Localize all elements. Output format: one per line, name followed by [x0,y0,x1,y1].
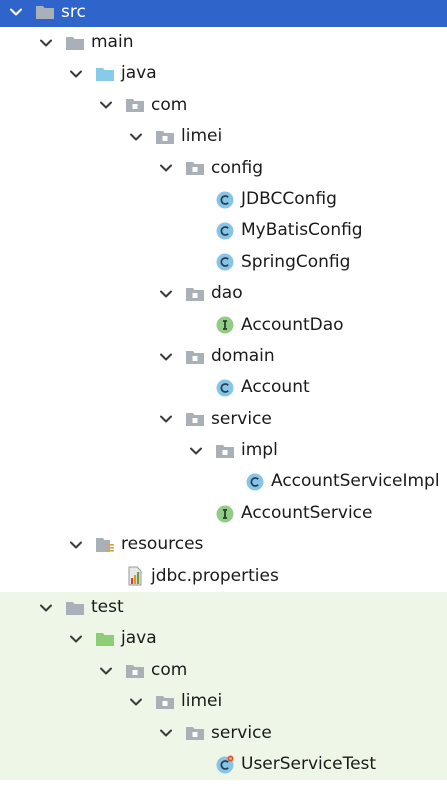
test-source-folder-icon [94,623,116,654]
tree-row[interactable]: src [0,0,447,27]
tree-item-label: AccountServiceImpl [271,471,440,492]
class-icon [214,247,236,278]
tree-item-label: service [211,722,272,743]
tree-row[interactable]: UserServiceTest [0,748,447,781]
tree-row[interactable]: java [0,58,447,89]
folder-icon [64,592,86,623]
chevron-down-icon[interactable] [68,529,84,560]
tree-item-label: limei [181,126,223,147]
tree-row[interactable]: MyBatisConfig [0,215,447,246]
tree-item-label: src [61,2,86,22]
tree-item-label: impl [241,440,278,461]
tree-item-label: resources [121,534,204,555]
class-icon [214,184,236,215]
tree-item-label: AccountService [241,502,373,523]
chevron-down-icon[interactable] [188,435,204,466]
resources-folder-icon [94,529,116,560]
tree-row[interactable]: SpringConfig [0,247,447,278]
tree-item-label: service [211,408,272,429]
tree-row[interactable]: test [0,592,447,624]
tree-row[interactable]: resources [0,529,447,560]
package-icon [184,278,206,309]
chevron-down-icon[interactable] [128,686,144,717]
tree-item-label: test [91,597,124,618]
tree-row[interactable]: java [0,623,447,655]
class-icon [244,466,266,497]
tree-row[interactable]: Account [0,372,447,403]
test-class-icon [214,749,236,780]
chevron-down-icon[interactable] [8,0,24,27]
tree-row[interactable]: impl [0,435,447,466]
chevron-down-icon[interactable] [98,90,114,121]
tree-row[interactable]: main [0,27,447,58]
chevron-down-icon[interactable] [158,278,174,309]
tree-item-label: main [91,32,134,52]
tree-item-label: dao [211,283,243,304]
chevron-down-icon[interactable] [38,592,54,623]
package-icon [184,153,206,184]
tree-row[interactable]: domain [0,341,447,372]
package-icon [154,686,176,717]
interface-icon [214,498,236,529]
tree-row[interactable]: dao [0,278,447,309]
tree-item-label: Account [241,377,310,398]
chevron-down-icon[interactable] [68,623,84,654]
tree-item-label: AccountDao [241,314,344,335]
package-icon [124,655,146,686]
tree-row[interactable]: JDBCConfig [0,184,447,215]
package-icon [184,404,206,435]
interface-icon [214,310,236,341]
tree-item-label: domain [211,345,275,366]
tree-item-label: java [121,63,157,84]
tree-row[interactable]: com [0,654,447,687]
package-icon [184,718,206,749]
chevron-down-icon[interactable] [38,27,54,58]
tree-item-label: UserServiceTest [241,753,377,774]
chevron-down-icon[interactable] [128,121,144,152]
tree-item-label: config [211,157,264,178]
tree-row[interactable]: jdbc.properties [0,561,447,592]
class-icon [214,215,236,246]
tree-item-label: jdbc.properties [151,565,279,586]
project-tree: src main java com limei config JDBCConfig MyBat… [0,0,447,781]
chevron-down-icon[interactable] [158,404,174,435]
chevron-down-icon[interactable] [158,718,174,749]
tree-row[interactable]: AccountDao [0,310,447,341]
folder-icon [34,0,56,27]
chevron-down-icon[interactable] [158,341,174,372]
tree-row[interactable]: AccountService [0,498,447,529]
tree-row[interactable]: AccountServiceImpl [0,466,447,497]
tree-row[interactable]: service [0,717,447,749]
tree-row[interactable]: service [0,404,447,435]
tree-row[interactable]: config [0,153,447,184]
chevron-down-icon[interactable] [68,58,84,89]
package-icon [154,121,176,152]
tree-row[interactable]: limei [0,121,447,152]
tree-row[interactable]: com [0,90,447,121]
folder-icon [64,27,86,58]
chevron-down-icon[interactable] [98,655,114,686]
tree-item-label: java [121,628,157,649]
tree-item-label: SpringConfig [241,251,351,272]
tree-item-label: limei [181,691,223,712]
class-icon [214,372,236,403]
package-icon [124,90,146,121]
source-folder-icon [94,58,116,89]
package-icon [214,435,236,466]
tree-item-label: com [151,94,188,115]
properties-file-icon [124,561,146,592]
chevron-down-icon[interactable] [158,153,174,184]
tree-item-label: MyBatisConfig [241,220,363,241]
tree-row[interactable]: limei [0,686,447,718]
package-icon [184,341,206,372]
tree-item-label: JDBCConfig [241,188,337,209]
tree-item-label: com [151,659,188,680]
